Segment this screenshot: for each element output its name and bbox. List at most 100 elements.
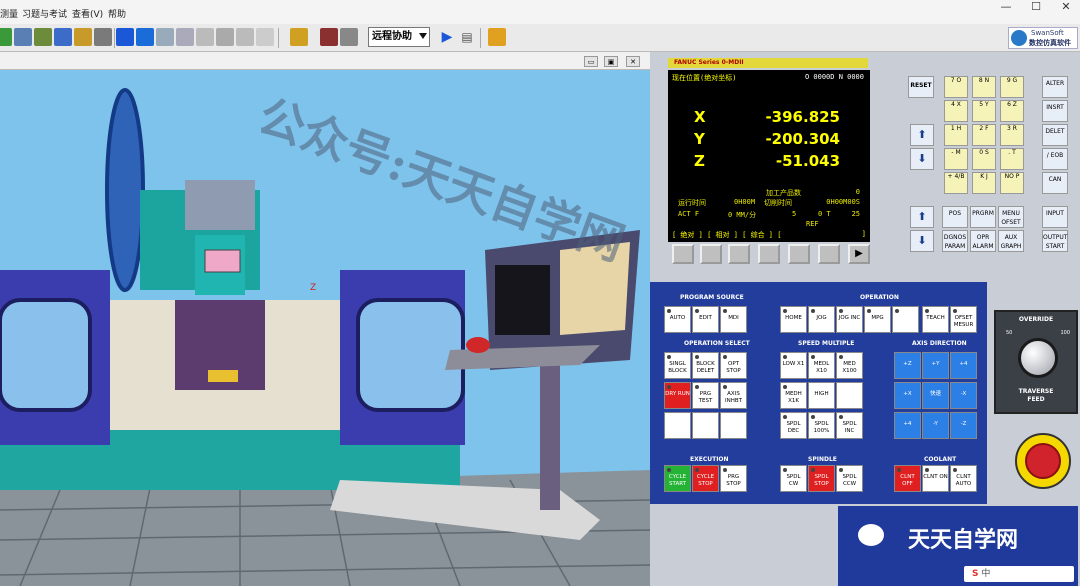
print-icon[interactable] <box>94 28 112 46</box>
softkey-4[interactable] <box>788 244 810 264</box>
pos-button[interactable]: POS <box>942 206 968 228</box>
mode-blank-button[interactable] <box>892 306 919 333</box>
key-5-y[interactable]: 5 Y <box>972 100 996 122</box>
emergency-stop-button[interactable] <box>1015 433 1071 489</box>
coolant-off-button[interactable]: CLNT OFF <box>894 465 921 492</box>
drill-icon[interactable] <box>236 28 254 46</box>
override-dial[interactable]: OVERRIDE 50 100 TRAVERSE FEED <box>994 310 1078 414</box>
key-1-h[interactable]: 1 H <box>944 124 968 146</box>
axis-minus-x-button[interactable]: -X <box>950 382 977 409</box>
machine-viewport[interactable]: ▭ ▣ ✕ Z 公众号:天天自学网 <box>0 54 650 586</box>
alarm-button[interactable]: OPR ALARM <box>970 230 996 252</box>
export-icon[interactable] <box>488 28 506 46</box>
axis-minus-z-button[interactable]: -Z <box>950 412 977 439</box>
key-0-s[interactable]: 0 S <box>972 148 996 170</box>
input-button[interactable]: INPUT <box>1042 206 1068 228</box>
key-plus-b[interactable]: + 4/B <box>944 172 968 194</box>
offset-menu-button[interactable]: MENU OFSET <box>998 206 1024 228</box>
play-icon[interactable]: ▶ <box>438 28 456 46</box>
mode-jog-button[interactable]: JOG <box>808 306 835 333</box>
key-2-f[interactable]: 2 F <box>972 124 996 146</box>
viewport-close-button[interactable]: ✕ <box>626 56 640 67</box>
softkey-all[interactable]: [ 综合 ] <box>742 231 773 239</box>
blank-key-1[interactable] <box>664 412 691 439</box>
ime-mode[interactable]: 中 <box>981 569 990 579</box>
program-test-button[interactable]: PRG TEST <box>692 382 719 409</box>
softkey-left-arrow[interactable] <box>672 244 694 264</box>
menu-help[interactable]: 帮助 <box>108 7 126 20</box>
save-icon[interactable] <box>340 28 358 46</box>
viewport-restore-button[interactable]: ▣ <box>604 56 618 67</box>
key-7-o[interactable]: 7 O <box>944 76 968 98</box>
softkey-2[interactable] <box>728 244 750 264</box>
program-stop-button[interactable]: PRG STOP <box>720 465 747 492</box>
cursor-down-arrow-icon[interactable]: ⬇ <box>910 148 934 170</box>
key-minus-m[interactable]: - M <box>944 148 968 170</box>
softkey-5[interactable] <box>818 244 840 264</box>
single-block-button[interactable]: SINGL BLOCK <box>664 352 691 379</box>
mode-jog-inc-button[interactable]: JOG INC <box>836 306 863 333</box>
softkey-blank-4[interactable]: [ <box>777 231 781 239</box>
toolpath-icon[interactable] <box>156 28 174 46</box>
menu-exam[interactable]: 习题与考试 <box>22 7 67 20</box>
mode-edit-button[interactable]: EDIT <box>692 306 719 333</box>
alter-button[interactable]: ALTER <box>1042 76 1068 98</box>
blank-key-2[interactable] <box>692 412 719 439</box>
softkey-1[interactable] <box>700 244 722 264</box>
spindle-cw-button[interactable]: SPDL CW <box>780 465 807 492</box>
spindle-decrease-button[interactable]: SPDL DEC <box>780 412 807 439</box>
spindle-100-button[interactable]: SPDL 100% <box>808 412 835 439</box>
blank-key-3[interactable] <box>720 412 747 439</box>
camera-icon[interactable] <box>290 28 308 46</box>
mode-teach-button[interactable]: TEACH <box>922 306 949 333</box>
view-icon[interactable] <box>136 28 154 46</box>
block-delete-button[interactable]: BLOCK DELET <box>692 352 719 379</box>
maximize-button[interactable]: ☐ <box>1022 0 1050 14</box>
eob-button[interactable]: / EOB <box>1042 148 1068 170</box>
mode-auto-button[interactable]: AUTO <box>664 306 691 333</box>
tool-change-icon[interactable] <box>196 28 214 46</box>
insert-button[interactable]: INSRT <box>1042 100 1068 122</box>
speed-med-button[interactable]: MED X100 <box>836 352 863 379</box>
menu-measure[interactable]: 测量 <box>0 7 18 20</box>
cube-icon[interactable] <box>116 28 134 46</box>
menu-view[interactable]: 查看(V) <box>72 7 103 20</box>
key-3-r[interactable]: 3 R <box>1000 124 1024 146</box>
output-start-button[interactable]: OUTPUT START <box>1042 230 1068 252</box>
axis-plus-z-button[interactable]: +Z <box>894 352 921 379</box>
rapid-button[interactable]: 快速 <box>922 382 949 409</box>
speed-medh-button[interactable]: MEDH X1K <box>780 382 807 409</box>
spindle-stop-button[interactable]: SPDL STOP <box>808 465 835 492</box>
cycle-start-button[interactable]: CYCLE START <box>664 465 691 492</box>
mode-home-button[interactable]: HOME <box>780 306 807 333</box>
delete-button[interactable]: DELET <box>1042 124 1068 146</box>
cancel-button[interactable]: CAN <box>1042 172 1068 194</box>
minimize-button[interactable]: — <box>992 0 1020 14</box>
measure-icon[interactable] <box>74 28 92 46</box>
axis-plus-4-button[interactable]: +4 <box>950 352 977 379</box>
key-k-j[interactable]: K J <box>972 172 996 194</box>
mode-mdi-button[interactable]: MDI <box>720 306 747 333</box>
fixture-icon[interactable] <box>54 28 72 46</box>
axis-plus-x-button[interactable]: +X <box>894 382 921 409</box>
softkey-relative[interactable]: [ 相对 ] <box>707 231 738 239</box>
stop-icon[interactable]: ▤ <box>458 28 476 46</box>
softkey-blank-5[interactable]: ] <box>862 230 866 238</box>
axis-inhibit-button[interactable]: AXIS INHBT <box>720 382 747 409</box>
diagnosis-button[interactable]: DGNOS PARAM <box>942 230 968 252</box>
mode-mpg-button[interactable]: MPG <box>864 306 891 333</box>
axis-4-button[interactable]: +4 <box>894 412 921 439</box>
reset-button[interactable]: RESET <box>908 76 934 98</box>
coolant-on-button[interactable]: CLNT ON <box>922 465 949 492</box>
override-knob[interactable] <box>1018 338 1058 378</box>
spindle-increase-button[interactable]: SPDL INC <box>836 412 863 439</box>
speed-blank-button[interactable] <box>836 382 863 409</box>
key-dot-t[interactable]: . T <box>1000 148 1024 170</box>
page-up-arrow-icon[interactable]: ⬆ <box>910 206 934 228</box>
tool-icon[interactable] <box>14 28 32 46</box>
mode-select[interactable]: 远程协助 <box>368 27 430 47</box>
key-no-p[interactable]: NO P <box>1000 172 1024 194</box>
page-down-arrow-icon[interactable]: ⬇ <box>910 230 934 252</box>
dry-run-button[interactable]: DRY RUN <box>664 382 691 409</box>
axis-minus-y-button[interactable]: -Y <box>922 412 949 439</box>
